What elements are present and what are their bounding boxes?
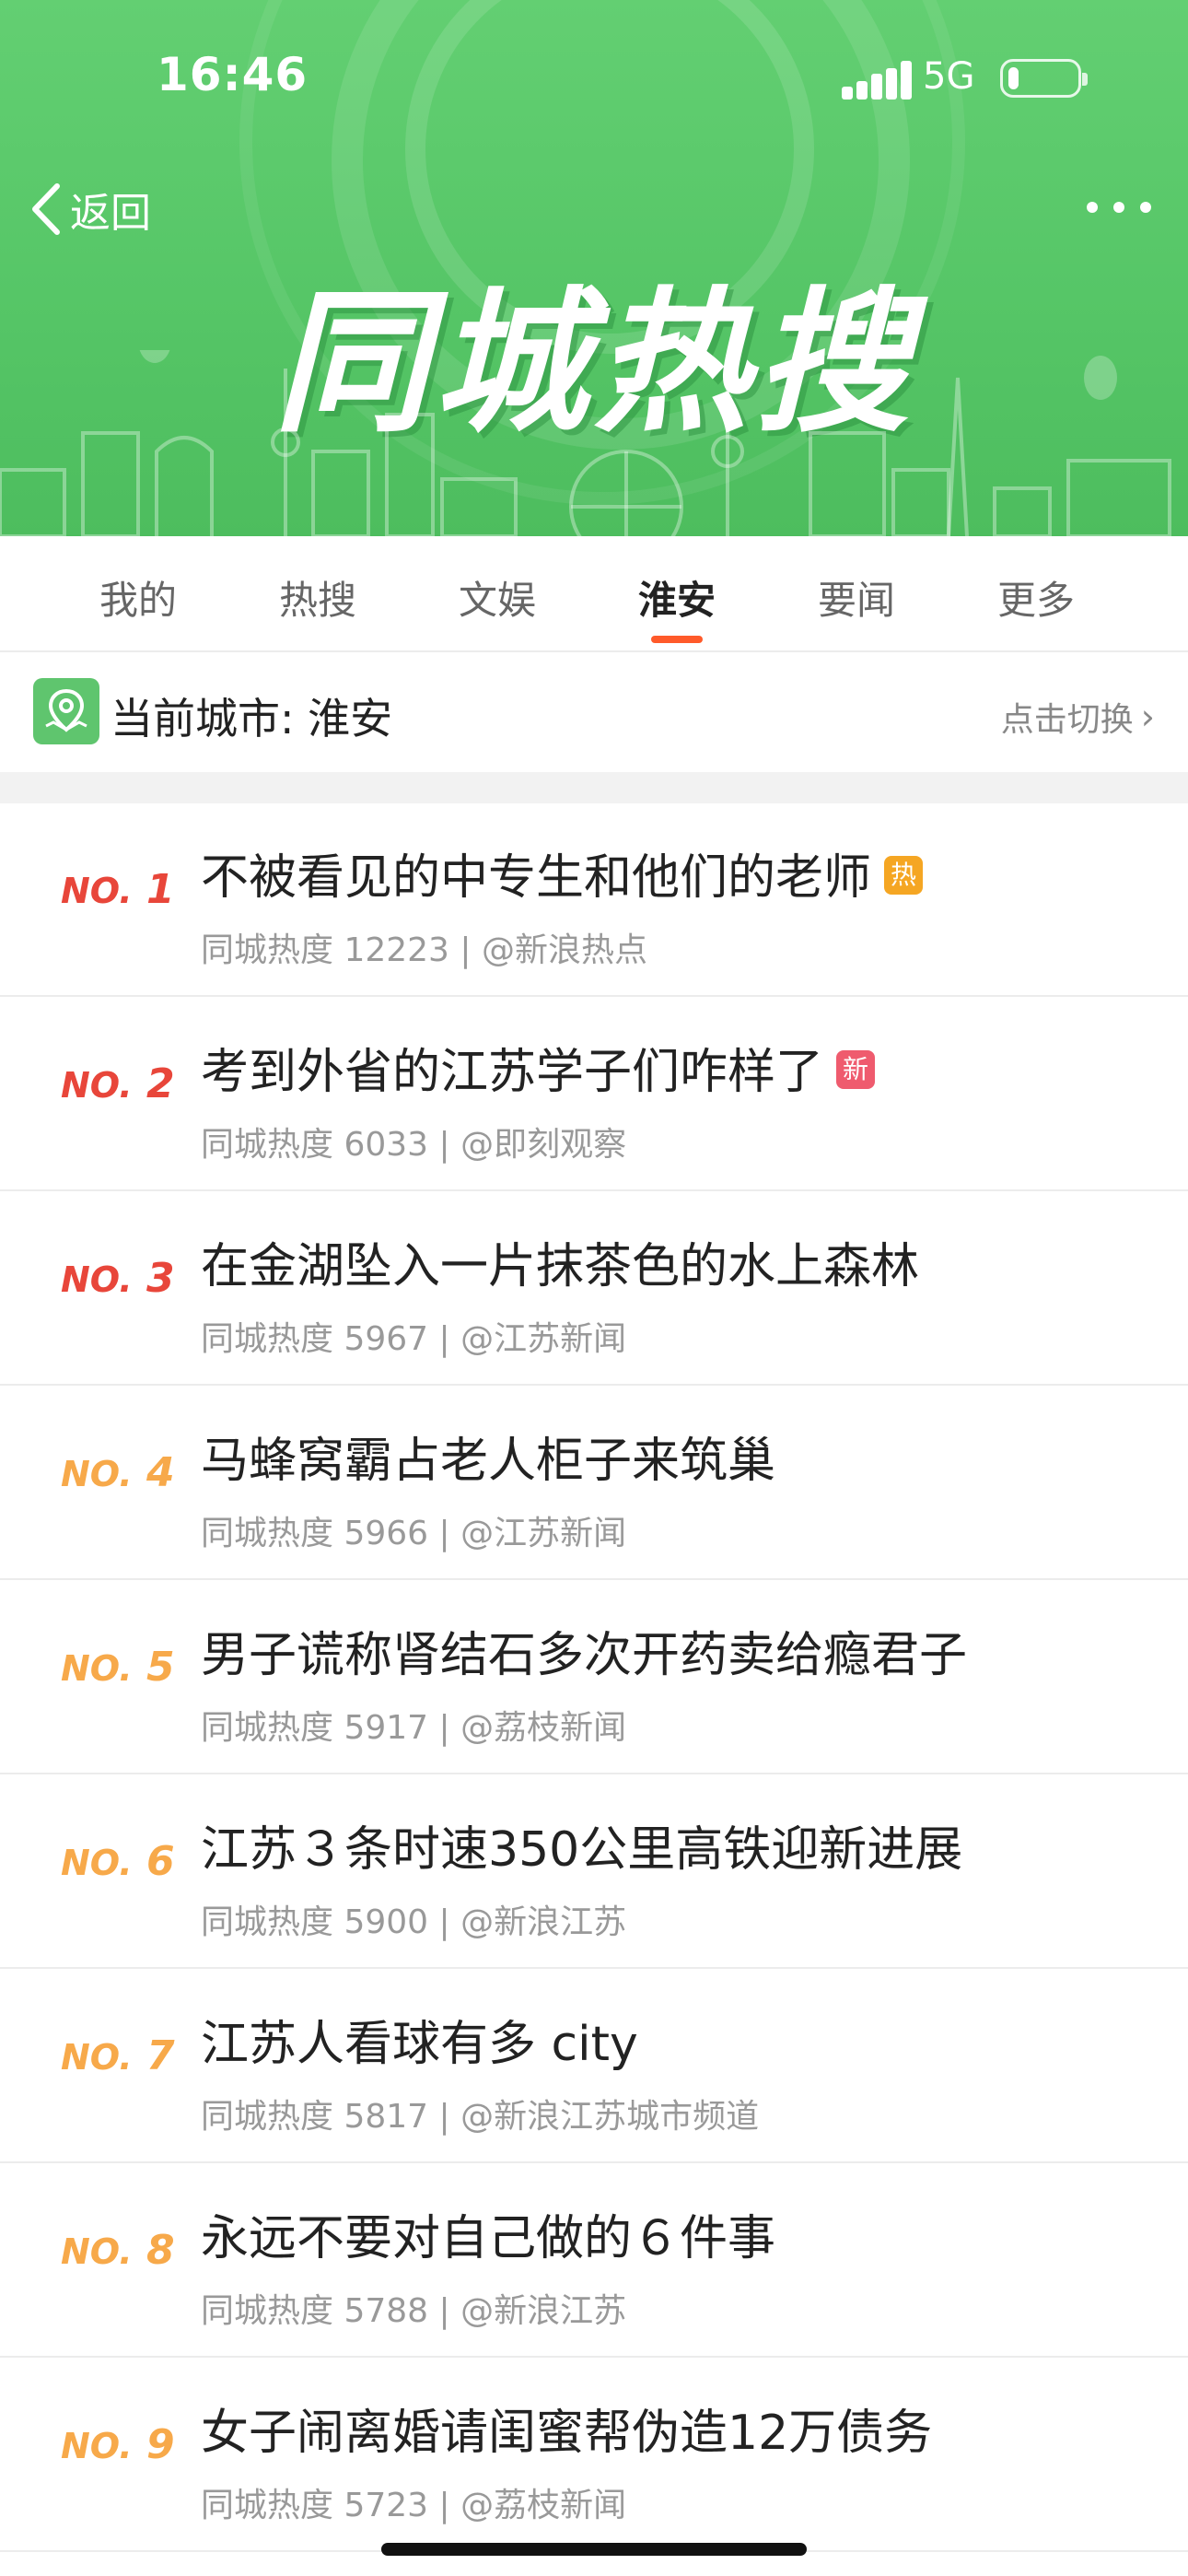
chevron-right-icon: › — [1140, 697, 1155, 737]
status-time: 16:46 — [157, 48, 309, 101]
item-title-text: 男子谎称肾结石多次开药卖给瘾君子 — [201, 1628, 968, 1683]
item-title: 考到外省的江苏学子们咋样了新 — [201, 1033, 876, 1102]
item-title-text: 江苏３条时速350公里高铁迎新进展 — [201, 1822, 963, 1878]
item-title-text: 在金湖坠入一片抹茶色的水上森林 — [201, 1239, 920, 1294]
list-item[interactable]: NO. 4 马蜂窝霸占老人柜子来筑巢同城热度 5966 | @江苏新闻 — [0, 1387, 1188, 1580]
divider — [0, 2356, 1188, 2358]
current-city-label: 当前城市: 淮安 — [111, 694, 393, 744]
network-label: 5G — [923, 55, 975, 98]
switch-city-button[interactable]: 点击切换 › — [1001, 693, 1155, 741]
item-meta: 同城热度 6033 | @即刻观察 — [201, 1126, 627, 1164]
item-meta: 同城热度 5917 | @荔枝新闻 — [201, 1709, 627, 1747]
chevron-left-icon — [32, 183, 60, 235]
list-item[interactable]: NO. 8 永远不要对自己做的６件事同城热度 5788 | @新浪江苏 — [0, 2164, 1188, 2358]
item-title-text: 江苏人看球有多 city — [201, 2017, 638, 2072]
rank-number: NO. 4 — [61, 1449, 206, 1497]
location-pin-icon — [33, 678, 99, 744]
tab-hot[interactable]: 热搜 — [253, 569, 382, 626]
item-title-text: 永远不要对自己做的６件事 — [201, 2211, 776, 2266]
active-tab-indicator — [651, 636, 703, 643]
tab-huaian[interactable]: 淮安 — [612, 569, 741, 626]
current-city-row: 当前城市: 淮安 点击切换 › — [0, 652, 1188, 770]
tab-mine[interactable]: 我的 — [74, 569, 203, 626]
tab-more[interactable]: 更多 — [972, 569, 1101, 626]
item-meta: 同城热度 5817 | @新浪江苏城市频道 — [201, 2098, 760, 2136]
new-badge: 新 — [836, 1050, 876, 1089]
divider — [0, 1967, 1188, 1969]
more-options-button[interactable] — [1087, 193, 1151, 221]
item-meta: 同城热度 12223 | @新浪热点 — [201, 931, 647, 969]
item-title-text: 不被看见的中专生和他们的老师 — [201, 850, 872, 906]
list-item[interactable]: NO. 9 女子闹离婚请闺蜜帮伪造12万债务同城热度 5723 | @荔枝新闻 — [0, 2359, 1188, 2552]
rank-number: NO. 9 — [61, 2421, 206, 2469]
section-gap — [0, 772, 1188, 803]
back-label: 返回 — [70, 190, 151, 237]
item-title: 女子闹离婚请闺蜜帮伪造12万债务 — [201, 2394, 932, 2463]
item-title: 在金湖坠入一片抹茶色的水上森林 — [201, 1227, 919, 1296]
city-skyline-illustration — [0, 350, 1171, 536]
item-title: 男子谎称肾结石多次开药卖给瘾君子 — [201, 1616, 967, 1685]
tab-ent[interactable]: 文娱 — [433, 569, 562, 626]
item-meta: 同城热度 5723 | @荔枝新闻 — [201, 2487, 627, 2524]
rank-number: NO. 2 — [61, 1060, 206, 1108]
list-item[interactable]: NO. 5 男子谎称肾结石多次开药卖给瘾君子同城热度 5917 | @荔枝新闻 — [0, 1581, 1188, 1774]
rank-number: NO. 7 — [61, 2032, 206, 2080]
divider — [0, 2161, 1188, 2163]
divider — [0, 1773, 1188, 1774]
divider — [0, 995, 1188, 997]
rank-number: NO. 6 — [61, 1838, 206, 1886]
item-title: 江苏人看球有多 city — [201, 2005, 638, 2074]
item-meta: 同城热度 5967 | @江苏新闻 — [201, 1320, 627, 1358]
item-meta: 同城热度 5966 | @江苏新闻 — [201, 1515, 627, 1552]
dot-icon — [1087, 202, 1098, 213]
item-title: 江苏３条时速350公里高铁迎新进展 — [201, 1810, 962, 1879]
item-title: 不被看见的中专生和他们的老师热 — [201, 838, 924, 907]
dot-icon — [1113, 202, 1124, 213]
hot-badge: 热 — [884, 856, 924, 895]
tab-news[interactable]: 要闻 — [792, 569, 921, 626]
battery-icon — [1000, 59, 1088, 98]
list-item[interactable]: NO. 1 不被看见的中专生和他们的老师热同城热度 12223 | @新浪热点 — [0, 803, 1188, 997]
item-title-text: 马蜂窝霸占老人柜子来筑巢 — [201, 1434, 776, 1489]
back-button[interactable]: 返回 — [28, 177, 151, 241]
item-title-text: 女子闹离婚请闺蜜帮伪造12万债务 — [201, 2406, 933, 2461]
home-indicator[interactable] — [381, 2543, 807, 2556]
rank-number: NO. 3 — [61, 1255, 206, 1303]
list-item[interactable]: NO. 3 在金湖坠入一片抹茶色的水上森林同城热度 5967 | @江苏新闻 — [0, 1192, 1188, 1386]
divider — [0, 1189, 1188, 1191]
list-item[interactable]: NO. 6 江苏３条时速350公里高铁迎新进展同城热度 5900 | @新浪江苏 — [0, 1775, 1188, 1969]
rank-number: NO. 1 — [61, 866, 206, 914]
rank-number: NO. 8 — [61, 2227, 206, 2275]
list-item[interactable]: NO. 7 江苏人看球有多 city 同城热度 5817 | @新浪江苏城市频道 — [0, 1970, 1188, 2163]
item-title-text: 考到外省的江苏学子们咋样了 — [201, 1045, 824, 1100]
divider — [0, 1578, 1188, 1580]
header-banner: 16:46 5G 返回 同城热搜 — [0, 0, 1188, 536]
item-title: 马蜂窝霸占老人柜子来筑巢 — [201, 1422, 775, 1491]
dot-icon — [1140, 202, 1151, 213]
item-meta: 同城热度 5900 | @新浪江苏 — [201, 1903, 627, 1941]
divider — [0, 1384, 1188, 1386]
rank-number: NO. 5 — [61, 1644, 206, 1692]
item-title: 永远不要对自己做的６件事 — [201, 2199, 775, 2268]
category-tabs: 我的 热搜 文娱 淮安 要闻 更多 — [0, 536, 1188, 650]
switch-city-label: 点击切换 — [1000, 701, 1134, 739]
list-item[interactable]: NO. 2 考到外省的江苏学子们咋样了新同城热度 6033 | @即刻观察 — [0, 998, 1188, 1191]
item-meta: 同城热度 5788 | @新浪江苏 — [201, 2292, 627, 2330]
signal-icon — [842, 61, 912, 100]
